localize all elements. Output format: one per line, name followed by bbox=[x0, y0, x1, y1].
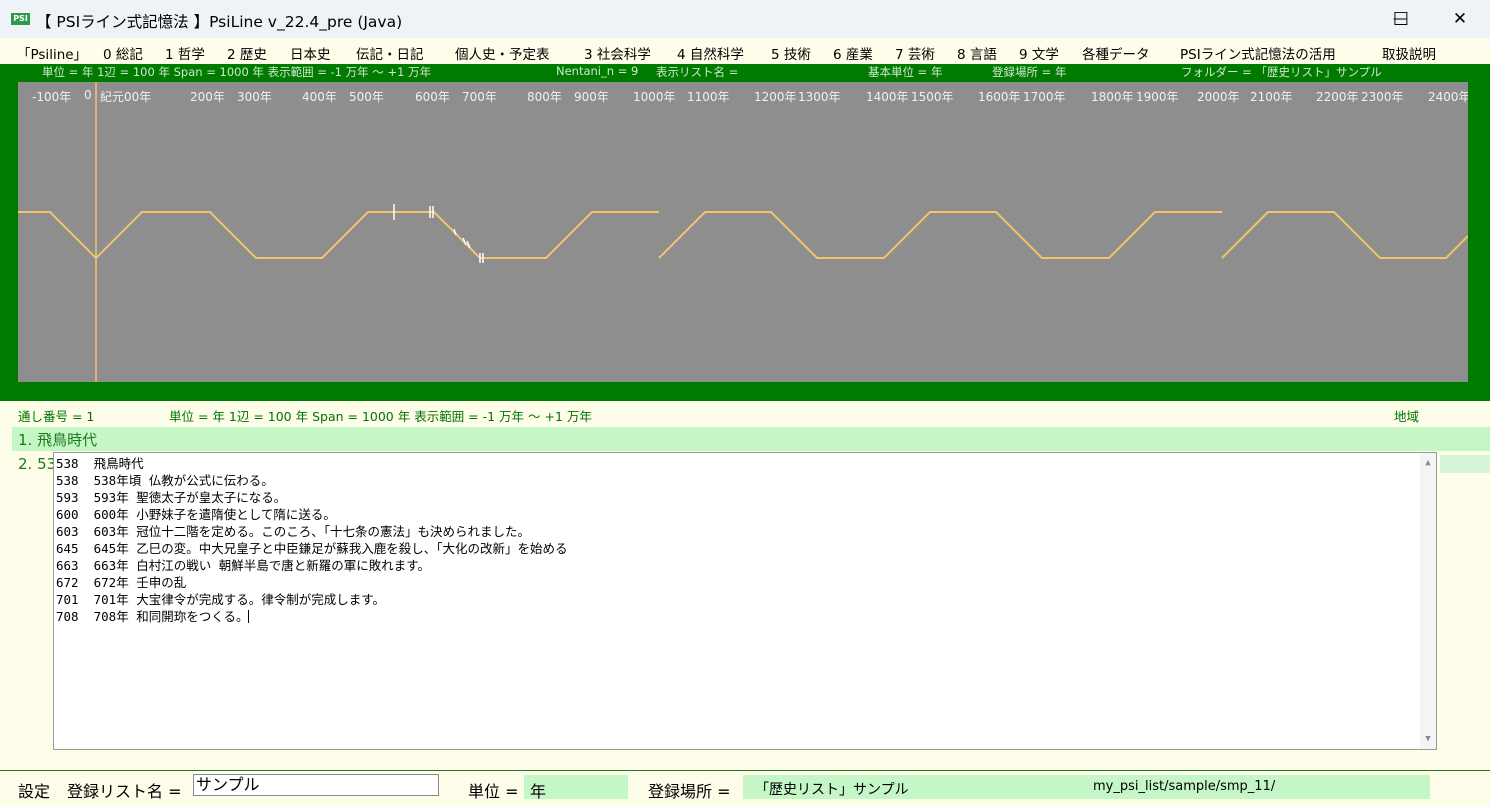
place-field[interactable]: 「歴史リスト」サンプル my_psi_list/sample/smp_11/ bbox=[743, 775, 1430, 799]
timeline-panel: 単位 = 年 1辺 = 100 年 Span = 1000 年 表示範囲 = -… bbox=[0, 64, 1490, 401]
menu-psiline[interactable]: 「Psiline」 bbox=[17, 43, 87, 63]
event-line: 672 672年 壬申の乱 bbox=[56, 575, 187, 590]
menu-usage[interactable]: PSIライン式記憶法の活用 bbox=[1180, 43, 1336, 63]
menu-technology[interactable]: 5 技術 bbox=[771, 43, 811, 63]
list-name-label: 登録リスト名 = bbox=[67, 782, 182, 801]
unit-value: 年 bbox=[530, 782, 547, 801]
menu-social-science[interactable]: 3 社会科学 bbox=[584, 43, 651, 63]
psi-line-graph bbox=[18, 82, 1468, 382]
menu-language[interactable]: 8 言語 bbox=[957, 43, 997, 63]
event-line: 600 600年 小野妹子を遣隋使として隋に送る。 bbox=[56, 507, 336, 522]
menu-personal-history[interactable]: 個人史・予定表 bbox=[455, 43, 550, 63]
event-line: 663 663年 白村江の戦い 朝鮮半島で唐と新羅の軍に敗れます。 bbox=[56, 558, 431, 573]
menu-japanese-history[interactable]: 日本史 bbox=[290, 43, 331, 63]
region-label: 地域 bbox=[1394, 409, 1420, 424]
list-item-bg bbox=[1440, 455, 1490, 473]
timeline-base-unit: 基本単位 = 年 bbox=[868, 65, 943, 79]
menu-general[interactable]: 0 総記 bbox=[103, 43, 143, 63]
scroll-down-icon[interactable]: ▼ bbox=[1420, 731, 1436, 747]
menu-art[interactable]: 7 芸術 bbox=[895, 43, 935, 63]
timeline-unit-info: 単位 = 年 1辺 = 100 年 Span = 1000 年 表示範囲 = -… bbox=[42, 65, 432, 79]
maximize-button-2[interactable]: ☐ bbox=[1371, 0, 1431, 38]
bottom-bar: 設定 登録リスト名 = サンプル 単位 = 年 登録場所 = 「歴史リスト」サン… bbox=[0, 770, 1490, 806]
timeline-nentani: Nentani_n = 9 bbox=[556, 64, 639, 78]
menu-literature[interactable]: 9 文学 bbox=[1019, 43, 1059, 63]
scroll-up-icon[interactable]: ▲ bbox=[1420, 455, 1436, 471]
place-label: 登録場所 = bbox=[648, 782, 731, 801]
unit-field[interactable]: 年 bbox=[524, 775, 628, 801]
timeline-place: 登録場所 = 年 bbox=[992, 65, 1067, 79]
menu-industry[interactable]: 6 産業 bbox=[833, 43, 873, 63]
vertical-scrollbar[interactable]: ▲ ▼ bbox=[1420, 453, 1436, 749]
menu-philosophy[interactable]: 1 哲学 bbox=[165, 43, 205, 63]
event-line: 645 645年 乙巳の変。中大兄皇子と中臣鎌足が蘇我入鹿を殺し、「大化の改新」… bbox=[56, 541, 568, 556]
serial-number: 通し番号 = 1 bbox=[18, 409, 95, 424]
maximize-icon: ☐ bbox=[1392, 8, 1410, 30]
timeline-list-name: 表示リスト名 = bbox=[656, 65, 739, 79]
menu-manual[interactable]: 取扱説明 bbox=[1382, 43, 1436, 63]
event-line: 708 708年 和同開珎をつくる。 bbox=[56, 609, 249, 624]
window-title: 【 PSIライン式記憶法 】PsiLine v_22.4_pre (Java) bbox=[36, 13, 403, 31]
place-path: my_psi_list/sample/smp_11/ bbox=[1093, 779, 1276, 794]
event-line: 701 701年 大宝律令が完成する。律令制が完成します。 bbox=[56, 592, 385, 607]
list-item[interactable]: 1. 飛鳥時代 bbox=[12, 427, 1490, 451]
event-line: 603 603年 冠位十二階を定める。このころ、「十七条の憲法」も決められました… bbox=[56, 524, 530, 539]
close-icon: ✕ bbox=[1452, 9, 1468, 29]
event-line: 593 593年 聖徳太子が皇太子になる。 bbox=[56, 490, 287, 505]
event-line: 538 飛鳥時代 bbox=[56, 456, 144, 471]
menu-history[interactable]: 2 歴史 bbox=[227, 43, 267, 63]
list-item-2[interactable]: 2. 53 bbox=[18, 455, 56, 473]
psi-line-segment bbox=[1221, 211, 1468, 259]
menu-natural-science[interactable]: 4 自然科学 bbox=[677, 43, 744, 63]
event-text-area[interactable]: 538 飛鳥時代 538 538年頃 仏教が公式に伝わる。 593 593年 聖… bbox=[53, 452, 1437, 750]
unit-info: 単位 = 年 1辺 = 100 年 Span = 1000 年 表示範囲 = -… bbox=[169, 409, 592, 424]
text-caret bbox=[248, 610, 250, 623]
list-name-input[interactable]: サンプル bbox=[193, 774, 439, 796]
psi-line-segment bbox=[18, 211, 659, 260]
menu-bar: 「Psiline」 0 総記 1 哲学 2 歴史 日本史 伝記・日記 個人史・予… bbox=[0, 38, 1490, 64]
title-bar: PSI 【 PSIライン式記憶法 】PsiLine v_22.4_pre (Ja… bbox=[0, 0, 1490, 38]
app-logo-icon: PSI bbox=[11, 13, 30, 25]
psi-line-segment bbox=[658, 211, 1222, 259]
list-item-label: 1. 飛鳥時代 bbox=[18, 431, 98, 449]
settings-button[interactable]: 設定 bbox=[18, 778, 50, 802]
menu-data[interactable]: 各種データ bbox=[1082, 43, 1150, 63]
unit-label: 単位 = bbox=[468, 782, 519, 801]
timeline-folder: フォルダー = 「歴史リスト」サンプル bbox=[1181, 65, 1382, 79]
place-value: 「歴史リスト」サンプル bbox=[755, 782, 909, 798]
timeline-plot[interactable]: -100年 0 紀元00年 200年 300年 400年 500年 600年 7… bbox=[18, 82, 1468, 382]
event-line: 538 538年頃 仏教が公式に伝わる。 bbox=[56, 473, 274, 488]
close-button[interactable]: ✕ bbox=[1430, 0, 1490, 38]
menu-biography[interactable]: 伝記・日記 bbox=[356, 43, 424, 63]
